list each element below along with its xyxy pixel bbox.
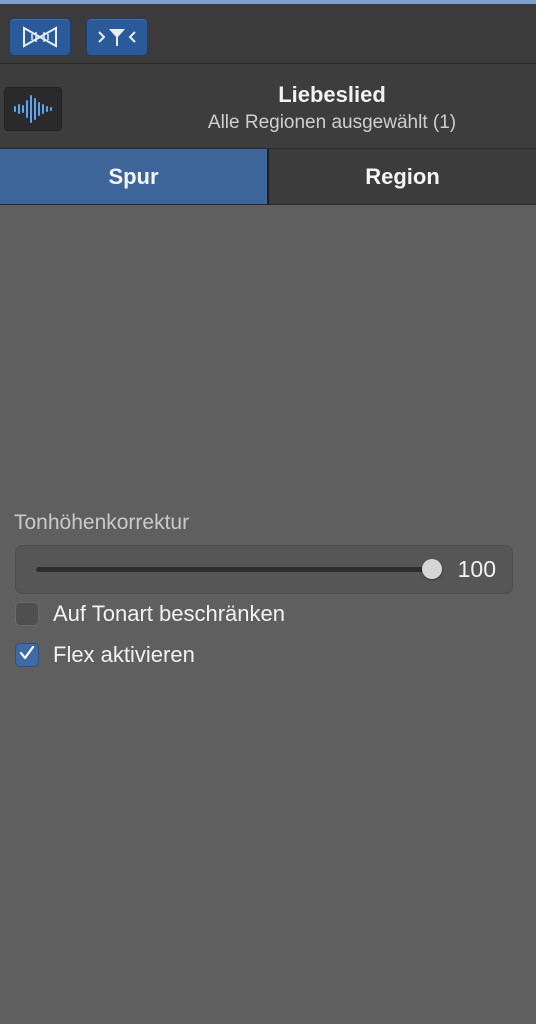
enable-flex-option[interactable]: Flex aktivieren xyxy=(15,642,195,668)
enable-flex-checkbox[interactable] xyxy=(15,643,39,667)
track-inspector-panel: Liebeslied Alle Regionen ausgewählt (1) … xyxy=(0,0,536,1024)
tab-spur[interactable]: Spur xyxy=(0,149,269,204)
tab-region[interactable]: Region xyxy=(269,149,536,204)
audio-waveform-icon[interactable] xyxy=(4,87,62,131)
checkmark-icon xyxy=(18,644,36,667)
restrict-to-key-label[interactable]: Auf Tonart beschränken xyxy=(53,601,285,627)
slider-track[interactable] xyxy=(36,567,440,572)
inspector-tabs: Spur Region xyxy=(0,149,536,205)
enable-flex-label[interactable]: Flex aktivieren xyxy=(53,642,195,668)
track-title: Liebeslied xyxy=(278,82,386,107)
toolbar xyxy=(0,4,536,64)
selection-status: Alle Regionen ausgewählt (1) xyxy=(207,112,457,133)
pitch-correction-label: Tonhöhenkorrektur xyxy=(14,511,190,534)
filter-button[interactable] xyxy=(86,18,148,56)
slider-thumb[interactable] xyxy=(422,559,442,579)
smart-controls-button[interactable] xyxy=(9,18,71,56)
track-header: Liebeslied Alle Regionen ausgewählt (1) xyxy=(0,64,536,149)
restrict-to-key-checkbox[interactable] xyxy=(15,602,39,626)
pitch-correction-value: 100 xyxy=(457,556,496,582)
restrict-to-key-option[interactable]: Auf Tonart beschränken xyxy=(15,601,285,627)
filter-icon xyxy=(95,24,139,50)
smart-controls-icon xyxy=(20,24,60,50)
pitch-correction-slider[interactable]: 100 xyxy=(15,545,513,594)
